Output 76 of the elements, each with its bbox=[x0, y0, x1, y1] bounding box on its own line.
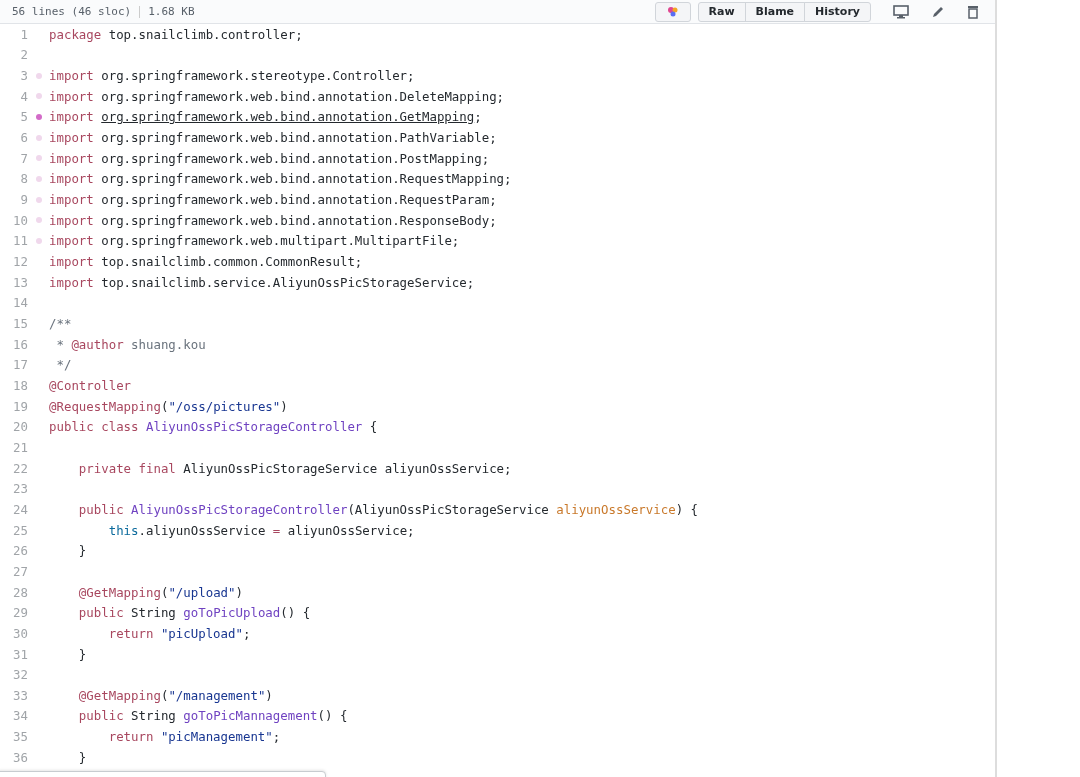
line-number: 26 bbox=[12, 543, 28, 559]
line-number: 36 bbox=[12, 749, 28, 765]
code-line: import org.springframework.web.bind.annotation.PathVariable; bbox=[49, 130, 497, 146]
code-line: @RequestMapping("/oss/pictures") bbox=[49, 398, 288, 414]
line-number: 15 bbox=[12, 316, 28, 331]
desktop-icon[interactable] bbox=[893, 4, 909, 19]
code-line: return "picUpload"; bbox=[107, 625, 251, 641]
line-number: 30 bbox=[12, 625, 28, 641]
line-number: 11 bbox=[12, 233, 28, 249]
line-number: 2 bbox=[19, 47, 28, 63]
file-size: 1.68 KB bbox=[148, 5, 195, 18]
code-line: private final AliyunOssPicStorageService aliyunOssService; bbox=[77, 460, 512, 476]
line-number: 31 bbox=[12, 646, 28, 662]
line-number: 28 bbox=[12, 584, 28, 600]
header-button[interactable]: Blame bbox=[744, 1, 806, 22]
line-number: 4 bbox=[19, 88, 28, 104]
code-line: import top.snailclimb.service.AliyunOssPicStorageService; bbox=[49, 274, 475, 290]
line-number: 8 bbox=[19, 171, 28, 187]
line-number: 35 bbox=[12, 729, 28, 745]
pencil-icon[interactable] bbox=[931, 4, 945, 19]
code-line: import org.springframework.web.bind.annotation.RequestParam; bbox=[49, 192, 497, 208]
line-number: 1 bbox=[19, 26, 28, 42]
line-number: 12 bbox=[12, 254, 28, 270]
line-number: 25 bbox=[12, 522, 28, 538]
line-number: 21 bbox=[12, 439, 28, 455]
code-line: this.aliyunOssService = aliyunOssService; bbox=[107, 522, 415, 538]
header-button[interactable]: Raw bbox=[697, 1, 746, 22]
line-number: 34 bbox=[12, 708, 28, 724]
code-line: /** bbox=[49, 316, 72, 331]
sparkle-icon bbox=[665, 4, 680, 19]
line-number: 16 bbox=[12, 336, 28, 352]
code-line: public class AliyunOssPicStorageController { bbox=[49, 419, 378, 435]
code-line: @GetMapping("/upload") bbox=[77, 584, 243, 600]
line-number: 6 bbox=[19, 130, 28, 146]
line-number: 9 bbox=[19, 192, 28, 208]
trash-icon[interactable] bbox=[967, 4, 979, 19]
line-number: 24 bbox=[12, 501, 28, 517]
code-line: public String goToPicUpload() { bbox=[77, 605, 311, 621]
code-line: package top.snailclimb.controller; bbox=[49, 26, 303, 42]
code-line: public String goToPicMannagement() { bbox=[77, 708, 348, 724]
code-line: import org.springframework.web.bind.annotation.PostMapping; bbox=[49, 150, 490, 166]
line-number: 29 bbox=[12, 605, 28, 621]
line-number: 20 bbox=[12, 419, 28, 435]
line-number: 27 bbox=[12, 563, 28, 579]
line-number: 14 bbox=[12, 295, 28, 311]
code-line: import top.snailclimb.common.CommonResult; bbox=[49, 254, 363, 270]
sparkle-button[interactable] bbox=[654, 1, 691, 22]
line-number: 23 bbox=[12, 481, 28, 497]
line-number: 13 bbox=[12, 274, 28, 290]
code-line: return "picManagement"; bbox=[107, 729, 281, 745]
code-line: @GetMapping("/management") bbox=[77, 687, 273, 703]
line-number: 32 bbox=[12, 667, 28, 683]
code-line: import org.springframework.stereotype.Controller; bbox=[49, 68, 415, 84]
code-line: import org.springframework.web.bind.annotation.ResponseBody; bbox=[49, 212, 497, 228]
line-number: 18 bbox=[12, 378, 28, 393]
code-line: } bbox=[77, 646, 87, 662]
header-button[interactable]: History bbox=[804, 1, 871, 22]
code-line: import org.springframework.web.bind.annotation.GetMapping; bbox=[49, 109, 482, 125]
code-line: import org.springframework.web.bind.annotation.DeleteMapping; bbox=[49, 88, 505, 104]
line-number: 10 bbox=[12, 212, 28, 228]
line-number: 19 bbox=[12, 398, 28, 414]
code-line: } bbox=[77, 749, 87, 765]
code-line: * @author shuang.kou bbox=[55, 336, 206, 352]
code-line: import org.springframework.web.multipart.MultipartFile; bbox=[49, 233, 460, 249]
code-line: import org.springframework.web.bind.annotation.RequestMapping; bbox=[49, 171, 512, 187]
file-info: 56 lines (46 sloc) bbox=[12, 5, 132, 18]
line-number: 3 bbox=[19, 68, 28, 84]
line-number: 5 bbox=[19, 109, 28, 125]
code-line: @Controller bbox=[49, 378, 132, 393]
line-number: 7 bbox=[19, 150, 28, 166]
line-number: 33 bbox=[12, 687, 28, 703]
code-line: */ bbox=[55, 357, 72, 373]
code-line: } bbox=[77, 543, 87, 559]
line-number: 22 bbox=[12, 460, 28, 476]
code-line: public AliyunOssPicStorageController(AliyunOssPicStorageService aliyunOssService) { bbox=[77, 501, 699, 517]
line-number: 17 bbox=[12, 357, 28, 373]
